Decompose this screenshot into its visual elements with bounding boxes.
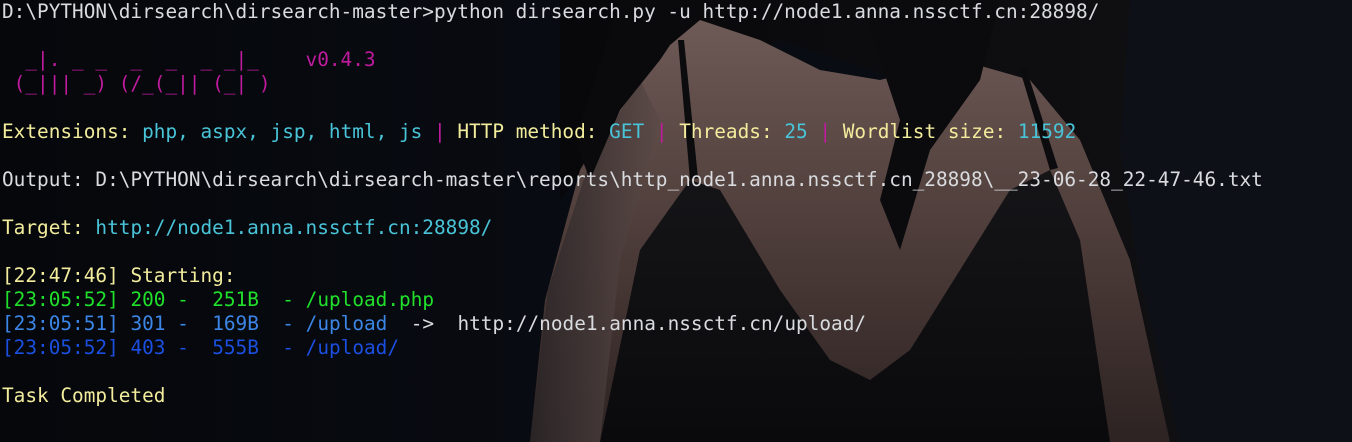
scan-start-line: [22:47:46] Starting: bbox=[2, 264, 1352, 288]
task-completed-text: Task Completed bbox=[2, 384, 166, 407]
result-timestamp: [23:05:52] bbox=[2, 288, 119, 311]
result-dash: - bbox=[282, 288, 294, 311]
target-url: http://node1.anna.nssctf.cn:28898/ bbox=[95, 216, 493, 239]
result-dash: - bbox=[177, 312, 189, 335]
result-dash: - bbox=[177, 288, 189, 311]
output-path: D:\PYTHON\dirsearch\dirsearch-master\rep… bbox=[95, 168, 1263, 191]
result-row: [23:05:52] 200 - 251B - /upload.php bbox=[2, 288, 1352, 312]
separator: | bbox=[433, 120, 446, 143]
separator: | bbox=[819, 120, 832, 143]
command-text: python dirsearch.py -u http://node1.anna… bbox=[433, 0, 1100, 23]
result-size: 251B bbox=[212, 288, 259, 311]
result-path: /upload/ bbox=[305, 336, 400, 359]
result-timestamp: [23:05:51] bbox=[2, 312, 119, 335]
result-size: 169B bbox=[212, 312, 259, 335]
banner-logo-line-2: (_||| _) (/_(_|| (_| ) bbox=[2, 72, 1352, 96]
terminal-output[interactable]: D:\PYTHON\dirsearch\dirsearch-master>pyt… bbox=[0, 0, 1352, 442]
prompt-path: D:\PYTHON\dirsearch\dirsearch-master> bbox=[2, 0, 434, 23]
target-label: Target: bbox=[2, 216, 84, 239]
version-label: v0.4.3 bbox=[305, 48, 376, 71]
http-method-value: GET bbox=[609, 120, 645, 143]
wordlist-size-value: 11592 bbox=[1017, 120, 1077, 143]
result-dash: - bbox=[282, 312, 294, 335]
extensions-value: php, aspx, jsp, html, js bbox=[142, 120, 423, 143]
result-status: 301 bbox=[130, 312, 166, 335]
result-row: [23:05:51] 301 - 169B - /upload -> http:… bbox=[2, 312, 1352, 336]
output-label: Output: bbox=[2, 168, 84, 191]
result-path: /upload.php bbox=[305, 288, 435, 311]
threads-label: Threads: bbox=[679, 120, 773, 143]
result-size: 555B bbox=[212, 336, 259, 359]
command-prompt-line: D:\PYTHON\dirsearch\dirsearch-master>pyt… bbox=[2, 0, 1352, 24]
logo-ascii-top: _|. _ _ _ _ _ _|_ bbox=[2, 48, 306, 71]
config-line: Extensions: php, aspx, jsp, html, js | H… bbox=[2, 120, 1352, 144]
logo-ascii-bottom: (_||| _) (/_(_|| (_| ) bbox=[2, 72, 271, 95]
result-path: /upload bbox=[305, 312, 388, 335]
banner-logo-line-1: _|. _ _ _ _ _ _|_ v0.4.3 bbox=[2, 48, 1352, 72]
result-row: [23:05:52] 403 - 555B - /upload/ bbox=[2, 336, 1352, 360]
wordlist-size-label: Wordlist size: bbox=[842, 120, 1007, 143]
redirect-arrow: -> bbox=[410, 312, 435, 335]
result-dash: - bbox=[282, 336, 294, 359]
http-method-label: HTTP method: bbox=[457, 120, 598, 143]
threads-value: 25 bbox=[784, 120, 808, 143]
start-timestamp: [22:47:46] bbox=[2, 264, 119, 287]
result-dash: - bbox=[177, 336, 189, 359]
redirect-url: http://node1.anna.nssctf.cn/upload/ bbox=[457, 312, 867, 335]
start-text: Starting: bbox=[130, 264, 236, 287]
extensions-label: Extensions: bbox=[2, 120, 131, 143]
task-completed-line: Task Completed bbox=[2, 384, 1352, 408]
result-status: 200 bbox=[130, 288, 166, 311]
target-line: Target: http://node1.anna.nssctf.cn:2889… bbox=[2, 216, 1352, 240]
result-timestamp: [23:05:52] bbox=[2, 336, 119, 359]
result-status: 403 bbox=[130, 336, 166, 359]
output-line: Output: D:\PYTHON\dirsearch\dirsearch-ma… bbox=[2, 168, 1352, 192]
separator: | bbox=[655, 120, 668, 143]
